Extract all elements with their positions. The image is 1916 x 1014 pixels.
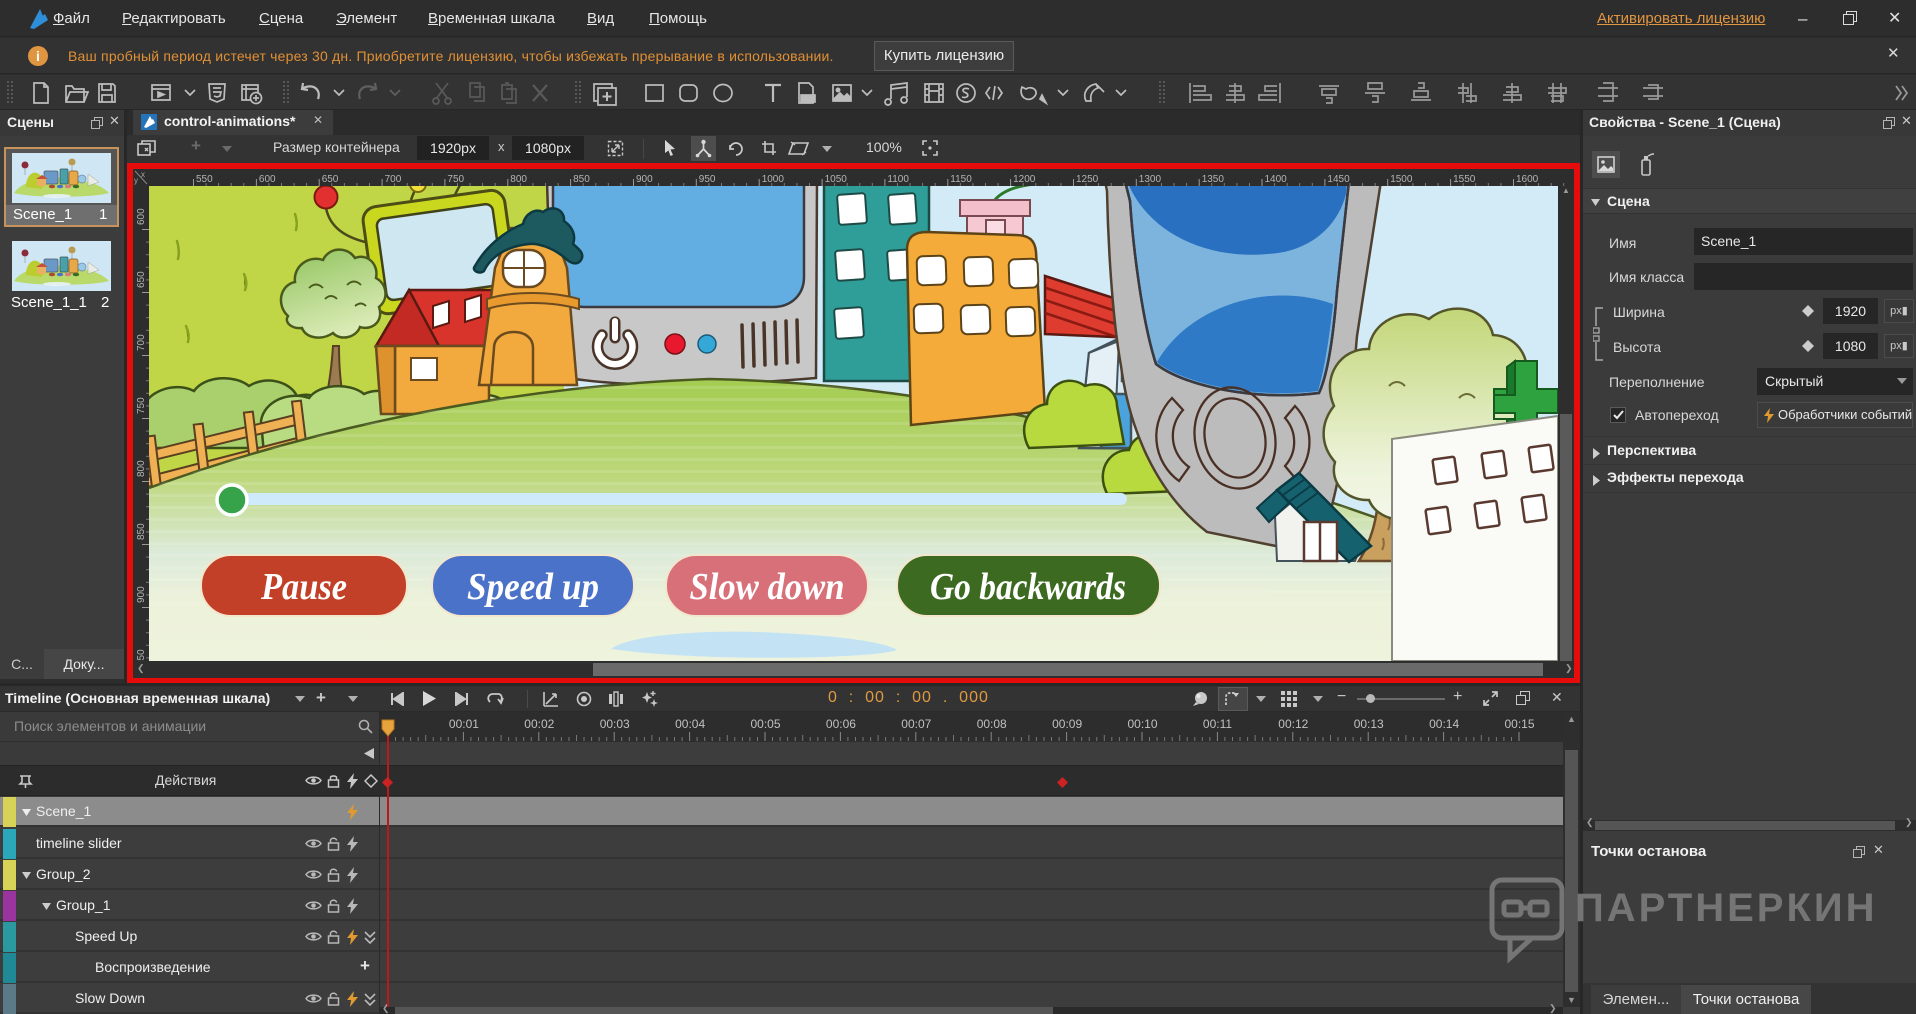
svg-text:Go backwards: Go backwards [930,566,1126,608]
svg-text:650: 650 [136,271,147,288]
svg-text:950: 950 [699,174,716,185]
svg-text:1150: 1150 [950,174,972,185]
svg-text:1000: 1000 [762,174,785,185]
svg-text:00:02: 00:02 [524,717,554,731]
svg-text:750: 750 [447,174,464,185]
svg-text:00:10: 00:10 [1128,717,1158,731]
svg-text:1500: 1500 [1390,174,1413,185]
svg-text:900: 900 [636,174,653,185]
svg-text:Pause: Pause [260,566,347,608]
svg-text:1450: 1450 [1327,174,1350,185]
svg-text:650: 650 [322,174,339,185]
svg-text:850: 850 [573,174,590,185]
svg-text:1100: 1100 [887,174,909,185]
svg-text:y: y [134,176,138,185]
svg-text:00:05: 00:05 [751,717,781,731]
svg-text:800: 800 [510,174,527,185]
svg-text:00:07: 00:07 [901,717,931,731]
svg-text:1050: 1050 [825,174,848,185]
svg-text:00:13: 00:13 [1354,717,1384,731]
svg-text:00:08: 00:08 [977,717,1007,731]
svg-text:x: x [141,170,145,179]
svg-text:00:14: 00:14 [1429,717,1459,731]
svg-text:00:03: 00:03 [600,717,630,731]
svg-text:600: 600 [136,208,147,225]
svg-text:00:01: 00:01 [449,717,479,731]
svg-text:700: 700 [385,174,402,185]
svg-text:1250: 1250 [1076,174,1099,185]
svg-text:Speed up: Speed up [467,566,599,608]
svg-text:1600: 1600 [1516,174,1539,185]
svg-text:750: 750 [136,397,147,414]
svg-text:550: 550 [196,174,213,185]
svg-text:00:11: 00:11 [1203,717,1232,731]
svg-text:00:12: 00:12 [1278,717,1308,731]
svg-text:700: 700 [136,334,147,351]
svg-text:00:06: 00:06 [826,717,856,731]
svg-text:900: 900 [136,586,147,603]
svg-text:1300: 1300 [1139,174,1162,185]
svg-text:Slow down: Slow down [690,566,845,608]
svg-text:00:04: 00:04 [675,717,705,731]
svg-text:600: 600 [259,174,276,185]
svg-text:1200: 1200 [1013,174,1036,185]
svg-text:1350: 1350 [1202,174,1225,185]
svg-text:1550: 1550 [1453,174,1476,185]
svg-text:00:15: 00:15 [1505,717,1535,731]
svg-text:950: 950 [136,649,147,661]
svg-text:1400: 1400 [1265,174,1288,185]
svg-text:850: 850 [136,523,147,540]
svg-text:800: 800 [136,460,147,477]
svg-text:00:09: 00:09 [1052,717,1082,731]
